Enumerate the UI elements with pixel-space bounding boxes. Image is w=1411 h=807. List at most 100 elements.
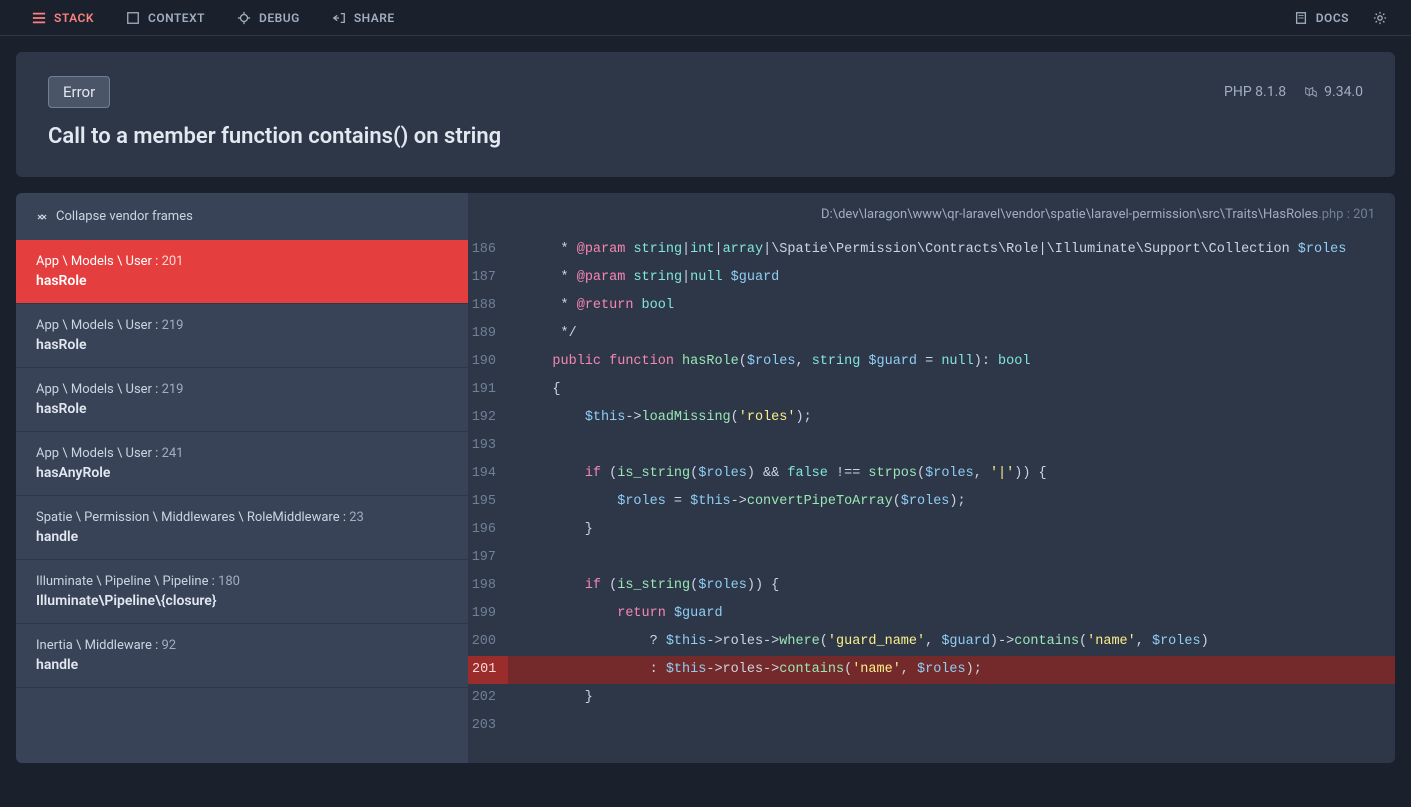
stack-icon xyxy=(32,11,46,25)
frame-path: App \ Models \ User : 241 xyxy=(36,446,448,461)
nav-docs-label: DOCS xyxy=(1316,11,1349,25)
nav-settings-button[interactable] xyxy=(1365,11,1395,25)
top-navbar: STACK CONTEXT DEBUG SHARE DOCS xyxy=(0,0,1411,36)
frame-method: Illuminate\Pipeline\{closure} xyxy=(36,593,448,609)
line-number: 200 xyxy=(468,628,508,656)
code-line: 201 : $this->roles->contains('name', $ro… xyxy=(468,656,1395,684)
stack-frame-item[interactable]: Illuminate \ Pipeline \ Pipeline : 180 Il… xyxy=(16,560,468,624)
bug-icon xyxy=(237,11,251,25)
frame-method: hasAnyRole xyxy=(36,465,448,481)
code-line: 199 return $guard xyxy=(468,600,1395,628)
docs-icon xyxy=(1294,11,1308,25)
php-version: PHP 8.1.8 xyxy=(1224,84,1286,100)
line-content: public function hasRole($roles, string $… xyxy=(508,348,1030,376)
line-content: : $this->roles->contains('name', $roles)… xyxy=(508,656,982,684)
line-number: 186 xyxy=(468,236,508,264)
stack-frame-item[interactable]: App \ Models \ User : 219 hasRole xyxy=(16,368,468,432)
nav-tab-context[interactable]: CONTEXT xyxy=(110,11,221,25)
code-line: 202 } xyxy=(468,684,1395,712)
context-icon xyxy=(126,11,140,25)
line-content: ? $this->roles->where('guard_name', $gua… xyxy=(508,628,1209,656)
code-area[interactable]: 186 * @param string|int|array|\Spatie\Pe… xyxy=(468,236,1395,763)
line-number: 198 xyxy=(468,572,508,600)
frame-method: handle xyxy=(36,529,448,545)
stack-frame-item[interactable]: App \ Models \ User : 219 hasRole xyxy=(16,304,468,368)
line-number: 192 xyxy=(468,404,508,432)
collapse-vendor-button[interactable]: Collapse vendor frames xyxy=(16,193,468,240)
share-icon xyxy=(332,11,346,25)
line-content: $roles = $this->convertPipeToArray($role… xyxy=(508,488,966,516)
frame-method: hasRole xyxy=(36,273,448,289)
code-line: 193 xyxy=(468,432,1395,460)
line-number: 195 xyxy=(468,488,508,516)
line-content: */ xyxy=(508,320,577,348)
frame-path: App \ Models \ User : 219 xyxy=(36,318,448,333)
line-number: 187 xyxy=(468,264,508,292)
code-line: 197 xyxy=(468,544,1395,572)
line-number: 197 xyxy=(468,544,508,572)
line-content: if (is_string($roles)) { xyxy=(508,572,779,600)
frame-path: Illuminate \ Pipeline \ Pipeline : 180 xyxy=(36,574,448,589)
line-number: 201 xyxy=(468,656,508,684)
nav-tab-label: CONTEXT xyxy=(148,11,205,25)
code-line: 192 $this->loadMissing('roles'); xyxy=(468,404,1395,432)
error-meta: PHP 8.1.8 9.34.0 xyxy=(1224,84,1363,100)
code-line: 200 ? $this->roles->where('guard_name', … xyxy=(468,628,1395,656)
nav-tab-label: STACK xyxy=(54,11,94,25)
error-title: Call to a member function contains() on … xyxy=(48,124,1363,149)
error-card: Error PHP 8.1.8 9.34.0 Call to a member … xyxy=(16,52,1395,177)
line-number: 191 xyxy=(468,376,508,404)
nav-tab-label: DEBUG xyxy=(259,11,300,25)
code-line: 187 * @param string|null $guard xyxy=(468,264,1395,292)
laravel-version: 9.34.0 xyxy=(1304,84,1363,100)
file-path: D:\dev\laragon\www\qr-laravel\vendor\spa… xyxy=(468,193,1395,236)
collapse-icon xyxy=(36,211,48,223)
line-content: * @param string|int|array|\Spatie\Permis… xyxy=(508,236,1346,264)
line-content: { xyxy=(508,376,561,404)
line-content xyxy=(508,712,520,740)
line-number: 193 xyxy=(468,432,508,460)
error-header: Error PHP 8.1.8 9.34.0 xyxy=(48,76,1363,108)
main-panel: Collapse vendor frames App \ Models \ Us… xyxy=(16,193,1395,763)
stack-frame-item[interactable]: App \ Models \ User : 201 hasRole xyxy=(16,240,468,304)
code-line: 186 * @param string|int|array|\Spatie\Pe… xyxy=(468,236,1395,264)
error-badge: Error xyxy=(48,76,110,108)
stack-frame-item[interactable]: App \ Models \ User : 241 hasAnyRole xyxy=(16,432,468,496)
line-content: * @return bool xyxy=(508,292,674,320)
frame-method: hasRole xyxy=(36,337,448,353)
code-line: 191 { xyxy=(468,376,1395,404)
stack-frame-item[interactable]: Inertia \ Middleware : 92 handle xyxy=(16,624,468,688)
line-content: $this->loadMissing('roles'); xyxy=(508,404,812,432)
line-number: 188 xyxy=(468,292,508,320)
nav-docs-link[interactable]: DOCS xyxy=(1278,11,1365,25)
code-line: 189 */ xyxy=(468,320,1395,348)
line-content: return $guard xyxy=(508,600,723,628)
frame-path: Spatie \ Permission \ Middlewares \ Role… xyxy=(36,510,448,525)
line-number: 189 xyxy=(468,320,508,348)
nav-tab-debug[interactable]: DEBUG xyxy=(221,11,316,25)
frame-path: App \ Models \ User : 201 xyxy=(36,254,448,269)
stack-frame-item[interactable]: Spatie \ Permission \ Middlewares \ Role… xyxy=(16,496,468,560)
frame-method: handle xyxy=(36,657,448,673)
line-number: 203 xyxy=(468,712,508,740)
line-content xyxy=(508,544,520,572)
line-content: } xyxy=(508,684,593,712)
line-number: 202 xyxy=(468,684,508,712)
code-line: 203 xyxy=(468,712,1395,740)
frame-path: Inertia \ Middleware : 92 xyxy=(36,638,448,653)
collapse-label: Collapse vendor frames xyxy=(56,209,193,224)
line-content xyxy=(508,432,520,460)
line-content: if (is_string($roles) && false !== strpo… xyxy=(508,460,1047,488)
code-line: 188 * @return bool xyxy=(468,292,1395,320)
frame-path: App \ Models \ User : 219 xyxy=(36,382,448,397)
line-number: 190 xyxy=(468,348,508,376)
code-line: 198 if (is_string($roles)) { xyxy=(468,572,1395,600)
code-line: 194 if (is_string($roles) && false !== s… xyxy=(468,460,1395,488)
line-content: } xyxy=(508,516,593,544)
laravel-icon xyxy=(1304,85,1318,99)
gear-icon xyxy=(1373,11,1387,25)
frame-method: hasRole xyxy=(36,401,448,417)
nav-tab-label: SHARE xyxy=(354,11,395,25)
nav-tab-stack[interactable]: STACK xyxy=(16,11,110,25)
nav-tab-share[interactable]: SHARE xyxy=(316,11,411,25)
